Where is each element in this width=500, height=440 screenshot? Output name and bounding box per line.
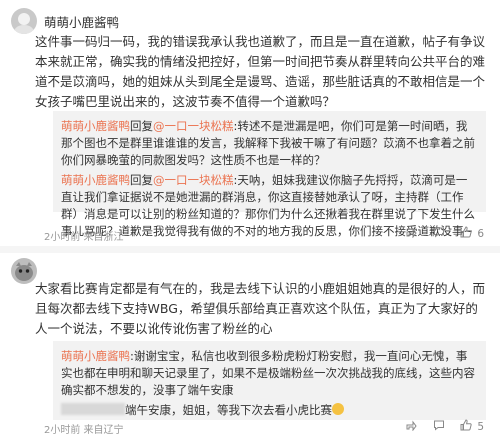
reply-text: 端午安康，姐姐，等我下次去看小虎比赛	[125, 403, 332, 417]
like-count: 6	[477, 227, 484, 240]
reply-thread: 萌萌小鹿酱鸭:谢谢宝宝，私信也收到很多粉虎粉灯粉安慰，我一直问心无愧，事实也都在…	[53, 341, 486, 420]
reply-author[interactable]: 萌萌小鹿酱鸭	[61, 349, 130, 363]
comment-text: 大家看比赛肯定都是有气在的，我是去线下认识的小鹿姐姐她真的是很好的人，而且每次都…	[35, 281, 486, 336]
avatar[interactable]	[11, 258, 37, 284]
blurred-username	[61, 403, 125, 415]
avatar[interactable]	[11, 8, 37, 34]
comment-text: 这件事一码归一码，我的错误我承认我也道歉了，而且是一直在道歉，帖子有争议本来就正…	[35, 34, 486, 109]
comment-icon[interactable]	[433, 226, 445, 241]
reply-verb: 回复	[130, 173, 153, 187]
comment-username[interactable]: 萌萌小鹿酱鸭	[44, 12, 119, 31]
comment-meta: 2小时前 来自辽宁	[44, 425, 124, 436]
comment-meta: 2小时前 来自浙江	[44, 232, 124, 243]
comment-actions: 5	[405, 419, 484, 434]
smile-emoji-icon	[332, 403, 344, 415]
share-icon[interactable]	[405, 419, 417, 434]
reply-item: 萌萌小鹿酱鸭回复@一口一块松糕:转述不是泄漏是吧，你们可是第一时间晒，我那个图也…	[61, 118, 478, 169]
reply-target[interactable]: @一口一块松糕	[153, 119, 234, 133]
comment-icon[interactable]	[433, 419, 445, 434]
share-icon[interactable]	[405, 226, 417, 241]
comment-item: 萌萌小鹿酱鸭 这件事一码归一码，我的错误我承认我也道歉了，而且是一直在道歉，帖子…	[0, 0, 500, 246]
comment-actions: 6	[405, 226, 484, 241]
comment-item: 大家看比赛肯定都是有气在的，我是去线下认识的小鹿姐姐她真的是很好的人，而且每次都…	[0, 253, 500, 440]
reply-author[interactable]: 萌萌小鹿酱鸭	[61, 173, 130, 187]
reply-verb: 回复	[130, 119, 153, 133]
comment-divider	[0, 246, 500, 253]
reply-item: 端午安康，姐姐，等我下次去看小虎比赛	[61, 402, 478, 419]
like-icon[interactable]	[460, 419, 472, 434]
reply-author[interactable]: 萌萌小鹿酱鸭	[61, 119, 130, 133]
reply-target[interactable]: @一口一块松糕	[153, 173, 234, 187]
reply-item: 萌萌小鹿酱鸭:谢谢宝宝，私信也收到很多粉虎粉灯粉安慰，我一直问心无愧，事实也都在…	[61, 348, 478, 399]
like-icon[interactable]	[460, 226, 472, 241]
reply-thread: 萌萌小鹿酱鸭回复@一口一块松糕:转述不是泄漏是吧，你们可是第一时间晒，我那个图也…	[53, 111, 486, 238]
like-count: 5	[477, 420, 484, 433]
